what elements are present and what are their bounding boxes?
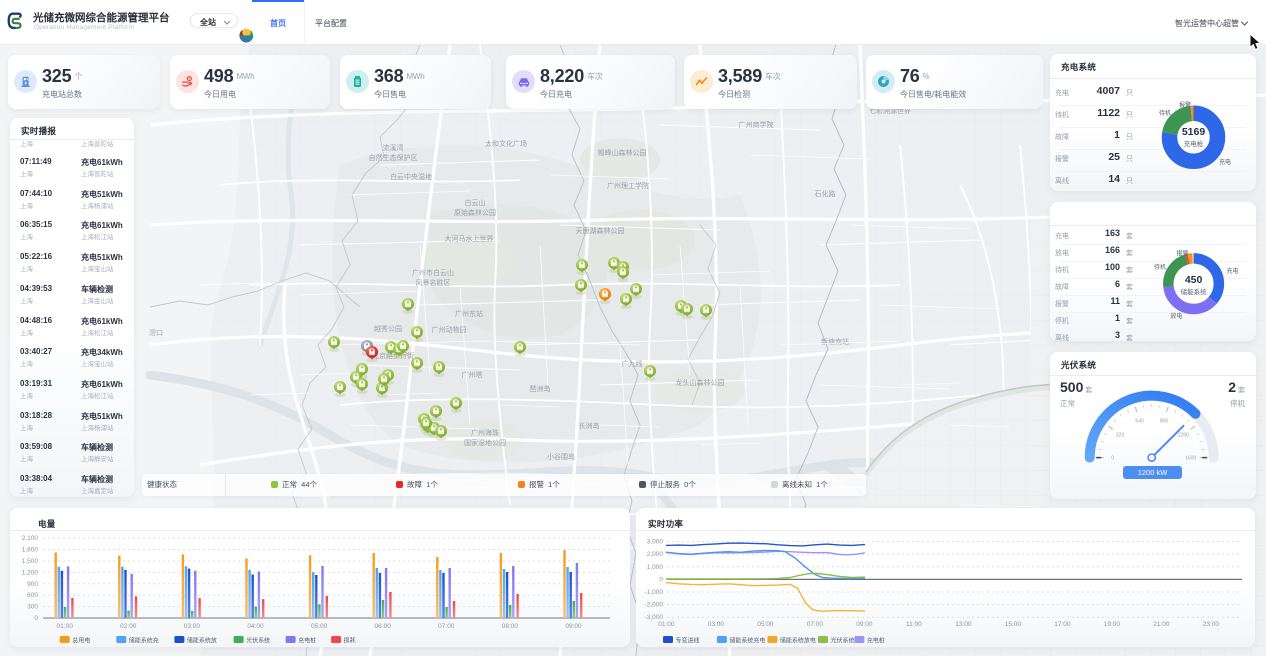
svg-text:充电桩: 充电桩 — [298, 637, 316, 645]
svg-text:新塘南站: 新塘南站 — [821, 337, 849, 346]
svg-text:450: 450 — [1185, 274, 1203, 286]
svg-text:1,200: 1,200 — [22, 569, 39, 576]
svg-text:滘口: 滘口 — [149, 328, 163, 337]
svg-text:风景名胜区: 风景名胜区 — [416, 278, 451, 287]
svg-text:09:00: 09:00 — [565, 623, 582, 630]
svg-text:广州塔: 广州塔 — [462, 370, 483, 379]
svg-text:1600: 1600 — [1185, 456, 1196, 462]
svg-text:0: 0 — [34, 615, 38, 622]
svg-text:19:00: 19:00 — [1104, 621, 1121, 628]
svg-text:报警: 报警 — [1179, 101, 1191, 109]
svg-text:11:00: 11:00 — [906, 621, 922, 628]
svg-text:3,000: 3,000 — [647, 539, 664, 546]
svg-text:广州理工学院: 广州理工学院 — [607, 181, 649, 190]
svg-text:广州东站: 广州东站 — [455, 309, 483, 318]
svg-text:2,100: 2,100 — [22, 535, 39, 542]
svg-text:流溪湾: 流溪湾 — [383, 143, 404, 152]
svg-text:琶洲岛: 琶洲岛 — [530, 384, 551, 393]
svg-text:1,500: 1,500 — [22, 558, 39, 565]
svg-text:待机: 待机 — [1159, 109, 1171, 117]
svg-text:广州市白云山: 广州市白云山 — [412, 268, 454, 277]
svg-text:报警: 报警 — [1177, 250, 1189, 258]
svg-text:专变进线: 专变进线 — [676, 637, 700, 645]
svg-text:太和文化广场: 太和文化广场 — [485, 139, 527, 148]
svg-text:01:00: 01:00 — [658, 621, 675, 628]
svg-text:广州动物园: 广州动物园 — [432, 325, 467, 334]
svg-text:08:00: 08:00 — [502, 623, 519, 630]
svg-text:损耗: 损耗 — [344, 637, 356, 645]
svg-text:大河马水上世界: 大河马水上世界 — [445, 234, 494, 243]
svg-text:-2,000: -2,000 — [645, 602, 664, 609]
svg-text:-1,000: -1,000 — [645, 589, 664, 596]
svg-text:07:00: 07:00 — [807, 621, 824, 628]
svg-text:07:00: 07:00 — [438, 623, 455, 630]
svg-text:1,800: 1,800 — [22, 547, 39, 554]
svg-text:充电: 充电 — [1227, 267, 1239, 275]
svg-text:原始森林公园: 原始森林公园 — [454, 208, 496, 217]
svg-text:06:00: 06:00 — [375, 623, 392, 630]
svg-text:17:00: 17:00 — [1054, 621, 1071, 628]
svg-text:1280: 1280 — [1178, 433, 1189, 439]
svg-text:白云山: 白云山 — [465, 198, 486, 207]
svg-text:龙头山森林公园: 龙头山森林公园 — [676, 378, 725, 387]
svg-text:光伏系统: 光伏系统 — [246, 637, 270, 645]
svg-text:2,000: 2,000 — [647, 551, 664, 558]
svg-text:03:00: 03:00 — [184, 623, 201, 630]
svg-text:充电枪: 充电枪 — [1184, 139, 1204, 148]
svg-text:1,000: 1,000 — [647, 564, 664, 571]
svg-text:05:00: 05:00 — [757, 621, 774, 628]
svg-text:640: 640 — [1135, 419, 1144, 425]
svg-text:越秀公园: 越秀公园 — [374, 324, 402, 333]
svg-text:21:00: 21:00 — [1153, 621, 1170, 628]
svg-text:国家湿地公园: 国家湿地公园 — [464, 438, 506, 447]
svg-text:长洲岛: 长洲岛 — [579, 421, 600, 430]
svg-text:石化路: 石化路 — [815, 189, 836, 198]
svg-text:广州商学院: 广州商学院 — [739, 120, 774, 129]
svg-text:15:00: 15:00 — [1005, 621, 1022, 628]
svg-text:储能系统放: 储能系统放 — [187, 637, 217, 645]
svg-text:01:00: 01:00 — [57, 623, 74, 630]
svg-text:帽峰山森林公园: 帽峰山森林公园 — [598, 148, 647, 157]
svg-text:600: 600 — [27, 592, 38, 599]
svg-text:充电: 充电 — [1219, 158, 1231, 166]
svg-text:04:00: 04:00 — [247, 623, 264, 630]
svg-text:待机: 待机 — [1154, 263, 1166, 271]
svg-text:320: 320 — [1116, 433, 1125, 439]
svg-text:小谷围岛: 小谷围岛 — [547, 452, 575, 461]
svg-text:储能系统充: 储能系统充 — [129, 637, 159, 645]
svg-text:广州海珠: 广州海珠 — [471, 428, 499, 437]
svg-text:0: 0 — [1111, 456, 1114, 462]
svg-text:03:00: 03:00 — [708, 621, 725, 628]
svg-text:天鹿湖森林公园: 天鹿湖森林公园 — [576, 226, 625, 235]
svg-text:09:00: 09:00 — [856, 621, 873, 628]
svg-text:13:00: 13:00 — [955, 621, 972, 628]
svg-text:900: 900 — [27, 581, 38, 588]
svg-text:储能系统: 储能系统 — [1181, 287, 1208, 296]
svg-text:02:00: 02:00 — [120, 623, 137, 630]
svg-text:储能系统充电: 储能系统充电 — [729, 637, 765, 645]
svg-text:充电桩: 充电桩 — [867, 637, 885, 645]
svg-text:960: 960 — [1160, 419, 1169, 425]
svg-text:白云中央湿地: 白云中央湿地 — [390, 172, 432, 181]
svg-text:自然生态保护区: 自然生态保护区 — [369, 153, 418, 162]
svg-text:23:00: 23:00 — [1203, 621, 1220, 628]
svg-text:光伏系统: 光伏系统 — [831, 637, 855, 645]
svg-text:05:00: 05:00 — [311, 623, 328, 630]
svg-text:广九线: 广九线 — [622, 359, 643, 368]
svg-text:总用电: 总用电 — [72, 637, 90, 645]
svg-text:储能系统放电: 储能系统放电 — [780, 637, 816, 645]
svg-text:5169: 5169 — [1182, 126, 1206, 138]
svg-text:放电: 放电 — [1170, 312, 1182, 320]
svg-text:0: 0 — [659, 576, 663, 583]
svg-text:300: 300 — [27, 604, 38, 611]
